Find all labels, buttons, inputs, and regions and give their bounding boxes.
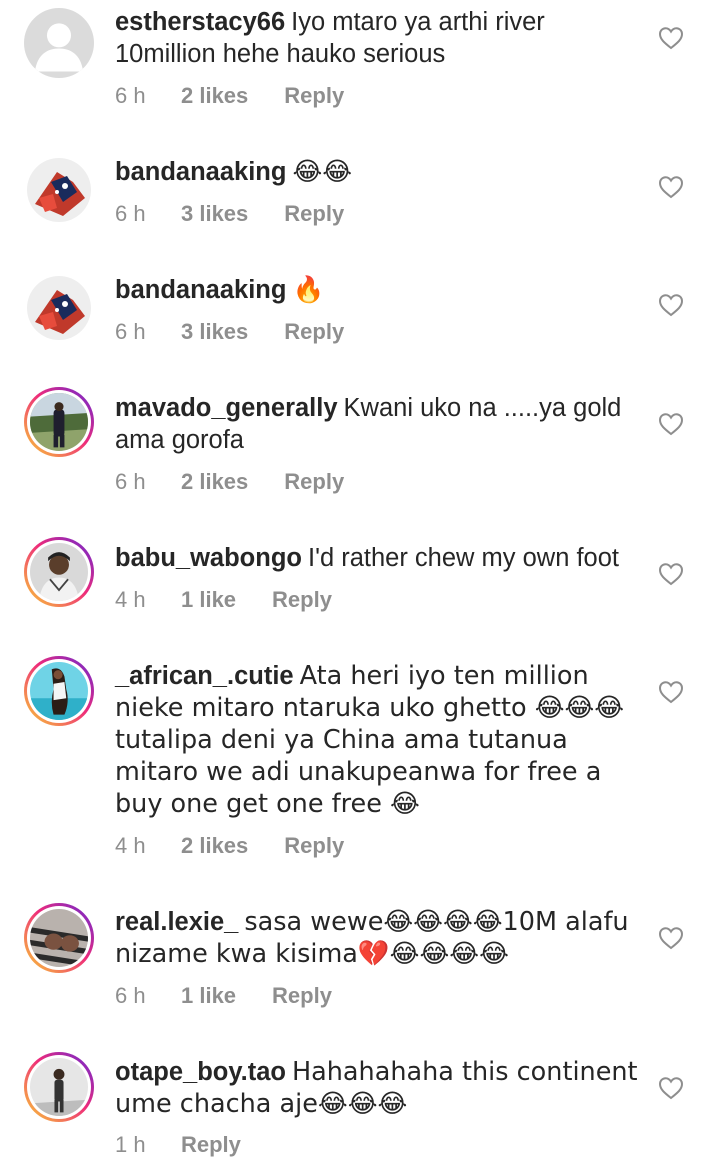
comment-meta: 1 h Reply	[115, 1131, 241, 1159]
comment-username[interactable]: real.lexie_	[115, 908, 238, 936]
comment-body: 😂😂	[292, 157, 353, 187]
reply-button[interactable]: Reply	[284, 468, 344, 496]
comment-username[interactable]: bandanaaking	[115, 158, 286, 186]
comment-time: 4 h	[115, 587, 146, 612]
comment-username[interactable]: mavado_generally	[115, 394, 338, 422]
comment-meta: 4 h 2 likes Reply	[115, 832, 344, 860]
comment-meta: 4 h 1 like Reply	[115, 586, 332, 614]
comment-likes[interactable]: 2 likes	[181, 832, 248, 860]
profile-photo	[30, 393, 88, 451]
comment-meta: 6 h 2 likes Reply	[115, 468, 344, 496]
avatar[interactable]	[24, 903, 94, 973]
comment-time: 6 h	[115, 983, 146, 1008]
heart-outline-icon[interactable]	[658, 26, 684, 50]
profile-photo	[30, 909, 88, 967]
comment-text: estherstacy66 Iyo mtaro ya arthi river 10…	[115, 6, 645, 70]
comment-text: real.lexie_ sasa wewe😂😂😂😂10M alafu nizame…	[115, 906, 645, 970]
avatar[interactable]	[24, 387, 94, 457]
profile-photo	[30, 662, 88, 720]
avatar[interactable]	[24, 656, 94, 726]
comment-likes[interactable]: 2 likes	[181, 82, 248, 110]
reply-button[interactable]: Reply	[284, 832, 344, 860]
comment-time: 4 h	[115, 833, 146, 858]
comment-text: _african_.cutie Ata heri iyo ten million …	[115, 660, 645, 820]
comment-time: 1 h	[115, 1132, 146, 1157]
comment-username[interactable]: otape_boy.tao	[115, 1058, 286, 1086]
avatar[interactable]	[24, 1052, 94, 1122]
comment-username[interactable]: babu_wabongo	[115, 544, 302, 572]
reply-button[interactable]: Reply	[272, 982, 332, 1010]
avatar[interactable]	[24, 273, 94, 343]
avatar[interactable]	[24, 8, 94, 78]
comment-text: otape_boy.tao Hahahahaha this continent u…	[115, 1056, 645, 1120]
comment-meta: 6 h 2 likes Reply	[115, 82, 344, 110]
reply-button[interactable]: Reply	[181, 1131, 241, 1159]
comment-likes[interactable]: 2 likes	[181, 468, 248, 496]
comment-time: 6 h	[115, 83, 146, 108]
comment-body: 🔥	[292, 275, 325, 305]
avatar[interactable]	[24, 537, 94, 607]
profile-photo	[30, 543, 88, 601]
heart-outline-icon[interactable]	[658, 175, 684, 199]
comment-body: I'd rather chew my own foot	[308, 544, 620, 572]
heart-outline-icon[interactable]	[658, 1076, 684, 1100]
comment-username[interactable]: _african_.cutie	[115, 662, 294, 690]
heart-outline-icon[interactable]	[658, 412, 684, 436]
heart-outline-icon[interactable]	[658, 926, 684, 950]
reply-button[interactable]: Reply	[284, 200, 344, 228]
comment-text: bandanaaking 😂😂	[115, 156, 645, 188]
comment-text: mavado_generally Kwani uko na .....ya gol…	[115, 392, 645, 456]
heart-outline-icon[interactable]	[658, 680, 684, 704]
comment-likes[interactable]: 1 like	[181, 982, 236, 1010]
comment-likes[interactable]: 1 like	[181, 586, 236, 614]
heart-outline-icon[interactable]	[658, 293, 684, 317]
comment-time: 6 h	[115, 469, 146, 494]
comment-text: bandanaaking 🔥	[115, 274, 645, 306]
avatar[interactable]	[24, 155, 94, 225]
comment-meta: 6 h 1 like Reply	[115, 982, 332, 1010]
profile-photo	[27, 158, 91, 222]
comment-time: 6 h	[115, 201, 146, 226]
comment-meta: 6 h 3 likes Reply	[115, 200, 344, 228]
reply-button[interactable]: Reply	[284, 318, 344, 346]
comment-text: babu_wabongo I'd rather chew my own foot	[115, 542, 645, 574]
comment-likes[interactable]: 3 likes	[181, 200, 248, 228]
profile-photo	[27, 276, 91, 340]
comment-likes[interactable]: 3 likes	[181, 318, 248, 346]
comment-username[interactable]: estherstacy66	[115, 8, 285, 36]
reply-button[interactable]: Reply	[272, 586, 332, 614]
reply-button[interactable]: Reply	[284, 82, 344, 110]
comment-meta: 6 h 3 likes Reply	[115, 318, 344, 346]
profile-photo	[30, 1058, 88, 1116]
heart-outline-icon[interactable]	[658, 562, 684, 586]
comment-time: 6 h	[115, 319, 146, 344]
default-user-avatar-icon	[24, 8, 94, 78]
comment-username[interactable]: bandanaaking	[115, 276, 286, 304]
